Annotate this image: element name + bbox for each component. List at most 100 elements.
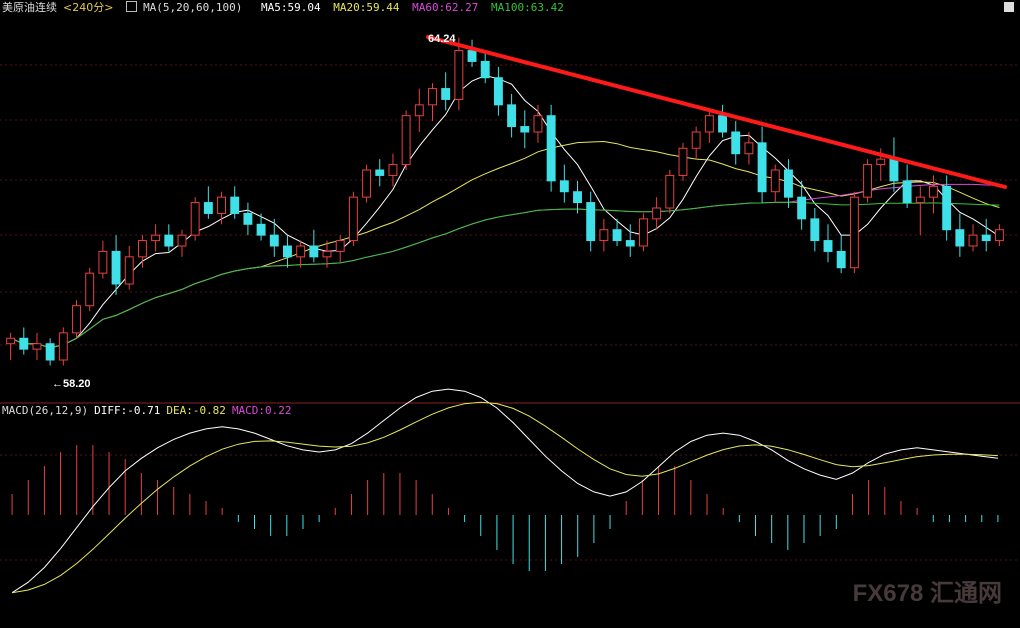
candle-down [493, 77, 503, 106]
dea-line [12, 401, 998, 594]
candle-up [296, 245, 306, 258]
candle-up [428, 88, 437, 106]
candle-down [573, 191, 582, 204]
candle-up [691, 131, 701, 149]
candle-up [177, 234, 187, 247]
candle-up [58, 332, 68, 361]
candle-down [718, 115, 727, 133]
candle-up [915, 196, 925, 204]
ma20-value: MA20:59.44 [333, 1, 400, 14]
candle-up [665, 174, 675, 209]
high-annotation: 64.24 [428, 33, 456, 45]
candle-down [836, 250, 846, 269]
candle-down [467, 50, 477, 62]
candle-up [151, 234, 161, 242]
period-label[interactable]: <240分> [63, 1, 113, 14]
candle-down [507, 104, 517, 128]
candle-down [757, 142, 767, 193]
candle-up [652, 207, 662, 220]
ma5-value: MA5:59.04 [261, 1, 321, 14]
ma-toggle[interactable]: MA(5,20,60,100) [126, 1, 248, 14]
candle-down [243, 212, 253, 225]
diff-line [11, 388, 998, 594]
candle-up [968, 234, 978, 247]
candle-up [137, 240, 147, 258]
ma-settings-icon[interactable] [126, 1, 138, 12]
ma-params-label: MA(5,20,60,100) [143, 1, 243, 14]
candlestick-series [6, 37, 1004, 366]
diff-value: DIFF:-0.71 [94, 404, 161, 417]
macd-value: MACD:0.22 [231, 404, 292, 417]
candle-up [704, 115, 714, 133]
candle-up [124, 256, 134, 285]
candle-up [414, 104, 424, 117]
candle-up [863, 164, 873, 198]
candle-up [533, 115, 543, 133]
candle-down [309, 245, 319, 258]
candle-down [441, 88, 451, 100]
candle-down [612, 229, 622, 242]
candle-up [599, 229, 609, 242]
candle-up [454, 50, 464, 100]
candle-down [546, 115, 556, 182]
candle-up [190, 202, 200, 236]
candle-down [942, 185, 952, 231]
candle-down [559, 180, 569, 193]
candle-down [823, 240, 833, 252]
chart-canvas: 64.24 ←58.20 [0, 33, 1020, 594]
candle-down [889, 158, 899, 182]
candle-down [256, 223, 266, 236]
candle-up [876, 158, 886, 166]
candle-up [929, 185, 938, 198]
macd-histogram [11, 445, 999, 571]
dea-value: DEA:-0.82 [166, 404, 226, 417]
candle-down [955, 229, 965, 247]
candle-down [797, 196, 807, 220]
candle-down [111, 250, 121, 285]
candle-down [520, 126, 530, 133]
candle-up [6, 337, 16, 345]
low-annotation: ←58.20 [52, 378, 91, 390]
candle-up [401, 115, 411, 166]
candle-down [203, 202, 213, 214]
candle-down [283, 245, 292, 258]
grid-lines [0, 64, 1020, 561]
window-button-icon[interactable] [1004, 2, 1014, 12]
candle-down [625, 240, 635, 247]
candle-up [770, 169, 780, 193]
candle-down [19, 337, 29, 350]
candle-up [638, 218, 648, 247]
candle-up [72, 305, 81, 334]
candle-down [230, 196, 240, 214]
candle-up [388, 164, 398, 176]
macd-params-label: MACD(26,12,9) [2, 404, 89, 417]
candle-up [217, 196, 226, 214]
candle-down [164, 234, 174, 247]
candle-up [322, 250, 332, 258]
macd-lines [11, 388, 998, 594]
candle-down [784, 169, 793, 198]
candle-down [810, 218, 820, 242]
candle-down [731, 131, 741, 155]
candle-up [994, 229, 1004, 242]
candle-up [362, 169, 372, 198]
ma60-value: MA60:62.27 [412, 1, 479, 14]
candle-down [981, 234, 991, 242]
instrument-title: 美原油连续 [2, 1, 57, 14]
price-legend: 美原油连续 <240分> MA(5,20,60,100) MA5:59.04 MA… [2, 1, 570, 15]
candle-up [744, 142, 754, 155]
candle-up [98, 250, 108, 274]
candle-down [586, 202, 596, 242]
candle-down [375, 169, 385, 176]
candle-down [269, 234, 279, 247]
candle-down [902, 180, 912, 204]
watermark: FX678 汇通网 [852, 580, 1002, 607]
macd-legend: MACD(26,12,9) DIFF:-0.71 DEA:-0.82 MACD:0.2… [2, 404, 298, 418]
candle-up [348, 196, 358, 242]
candle-up [32, 343, 42, 350]
candle-up [85, 272, 95, 307]
candle-down [45, 343, 55, 361]
candle-up [335, 240, 345, 252]
candle-up [849, 196, 859, 269]
candle-up [678, 147, 688, 176]
